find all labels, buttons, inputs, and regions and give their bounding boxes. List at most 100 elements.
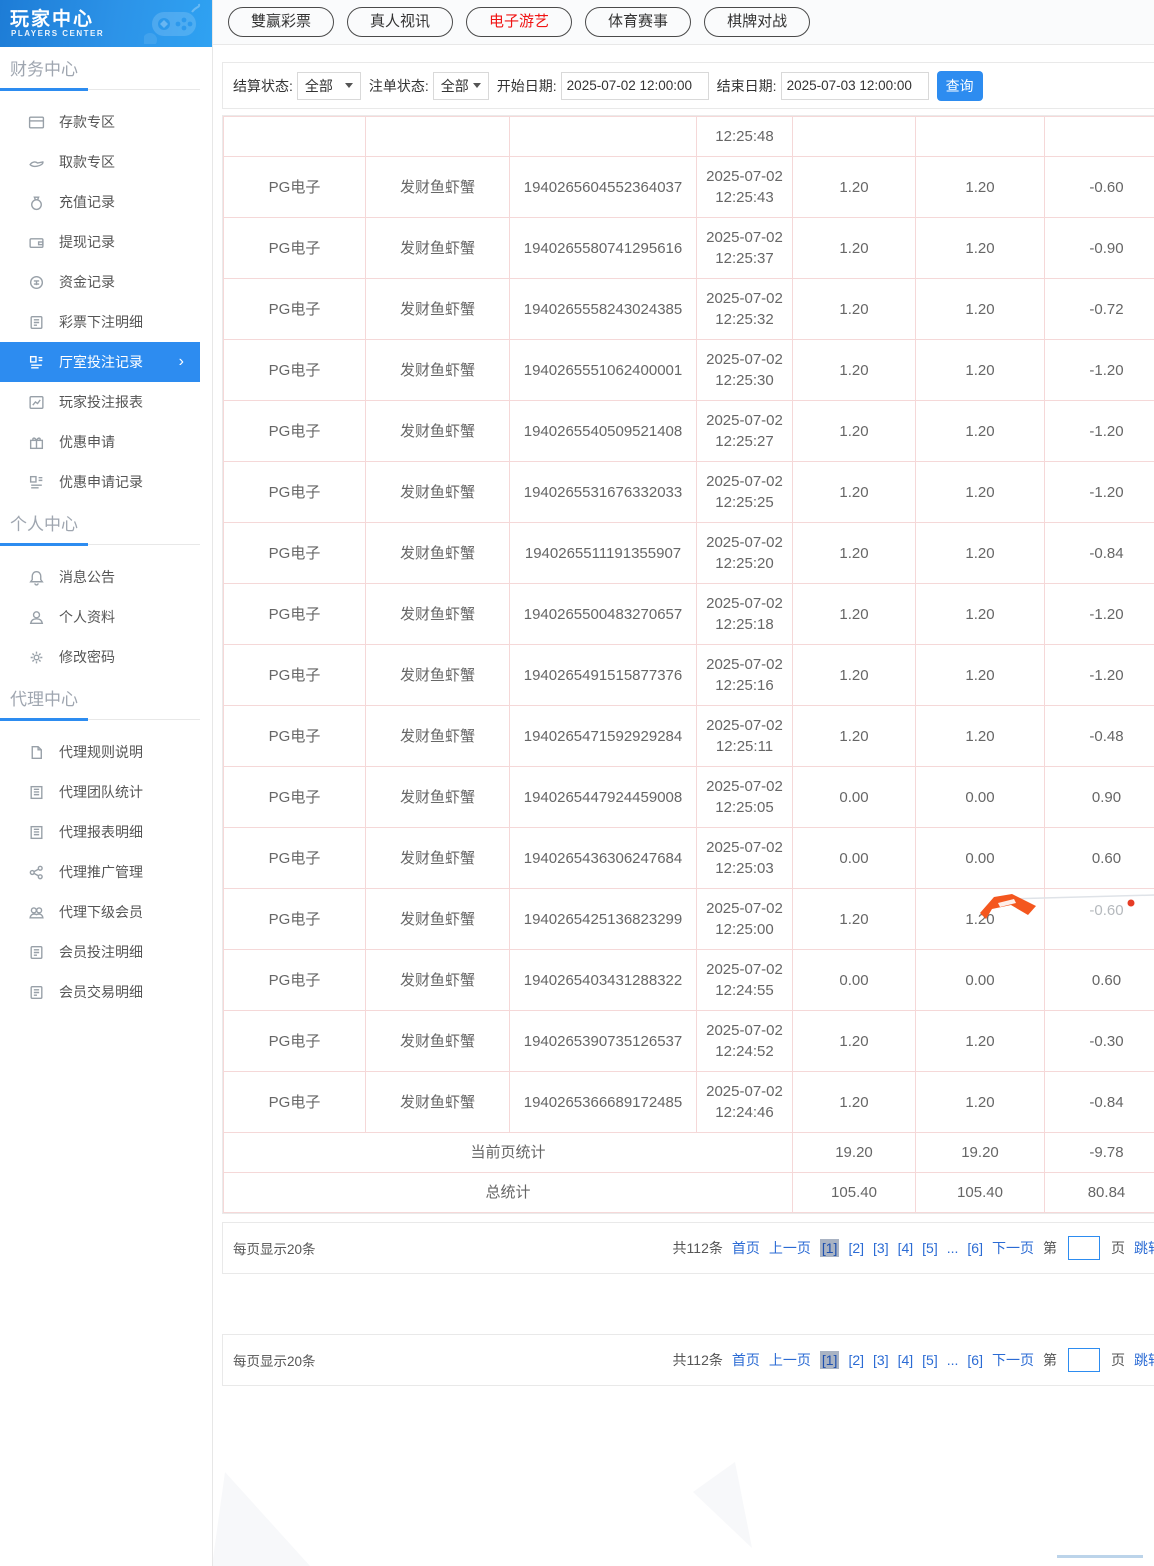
jump-prefix-text: 第	[1043, 1240, 1057, 1256]
jump-prefix-text: 第	[1043, 1352, 1057, 1368]
tab-lottery[interactable]: 雙赢彩票	[228, 7, 335, 37]
summary-label-cell: 当前页统计	[223, 1132, 793, 1173]
sidebar-item-2-3[interactable]: 代理推广管理	[0, 852, 212, 892]
bet-cell	[792, 116, 916, 157]
tab-electronic-games[interactable]: 电子游艺	[466, 7, 573, 37]
page-link-5[interactable]: [5]	[922, 1240, 938, 1256]
page-link-1[interactable]: [1]	[819, 1239, 840, 1257]
sidebar-item-0-9[interactable]: 优惠申请记录	[0, 462, 212, 502]
sidebar-item-label: 厅室投注记录	[59, 354, 143, 370]
prev-page-link[interactable]: 上一页	[769, 1350, 811, 1370]
table-row: PG电子 发财鱼虾蟹 1940265366689172485 2025-07-02 12…	[223, 1071, 1154, 1133]
sidebar-item-2-4[interactable]: 代理下级会员	[0, 892, 212, 932]
valid-bet-cell: 1.20	[915, 217, 1045, 279]
sidebar-item-label: 会员交易明细	[59, 984, 143, 1000]
jump-page-input[interactable]	[1068, 1348, 1100, 1372]
sidebar-item-0-2[interactable]: 充值记录	[0, 182, 212, 222]
time-cell: 2025-07-02 12:24:55	[696, 949, 793, 1011]
page-link-3[interactable]: [3]	[873, 1240, 889, 1256]
sidebar-item-0-3[interactable]: 提现记录	[0, 222, 212, 262]
sidebar-item-1-0[interactable]: 消息公告	[0, 557, 212, 597]
order-status-select[interactable]: 全部	[432, 71, 489, 100]
sidebar-item-0-1[interactable]: 取款专区	[0, 142, 212, 182]
next-page-link[interactable]: 下一页	[992, 1238, 1034, 1258]
sidebar-item-0-8[interactable]: 优惠申请	[0, 422, 212, 462]
jump-page-input[interactable]	[1068, 1236, 1100, 1260]
sidebar-item-2-6[interactable]: 会员交易明细	[0, 972, 212, 1012]
tab-sports[interactable]: 体育赛事	[585, 7, 692, 37]
sidebar-item-0-0[interactable]: 存款专区	[0, 102, 212, 142]
end-date-label: 结束日期:	[716, 77, 777, 94]
sidebar-item-2-5[interactable]: 会员投注明细	[0, 932, 212, 972]
summary-profit-cell: -9.78	[1044, 1132, 1154, 1173]
hand-icon	[28, 154, 45, 171]
jump-go-link[interactable]: 跳转	[1134, 1350, 1154, 1370]
time-cell: 2025-07-02 12:25:05	[696, 766, 793, 828]
sidebar-item-label: 取款专区	[59, 154, 115, 170]
sidebar-item-1-2[interactable]: 修改密码	[0, 637, 212, 677]
sidebar-item-0-7[interactable]: 玩家投注报表	[0, 382, 212, 422]
sidebar-item-0-5[interactable]: 彩票下注明细	[0, 302, 212, 342]
page-link-4[interactable]: [4]	[898, 1352, 914, 1368]
order-cell: 1940265604552364037	[509, 156, 697, 218]
tab-board-games[interactable]: 棋牌对战	[704, 7, 811, 37]
sidebar-item-label: 彩票下注明细	[59, 314, 143, 330]
game-cell: 发财鱼虾蟹	[365, 217, 510, 279]
sidebar-item-0-6[interactable]: 厅室投注记录 ›	[0, 342, 200, 382]
gift-icon	[28, 434, 45, 451]
page-link-2[interactable]: [2]	[848, 1240, 864, 1256]
profit-cell: -1.20	[1044, 461, 1154, 523]
page-link-7[interactable]: [6]	[967, 1352, 983, 1368]
game-cell: 发财鱼虾蟹	[365, 278, 510, 340]
start-date-input[interactable]	[560, 71, 709, 100]
card-icon	[28, 114, 45, 131]
page-link-5[interactable]: [5]	[922, 1352, 938, 1368]
first-page-link[interactable]: 首页	[732, 1238, 760, 1258]
sidebar-item-label: 代理报表明细	[59, 824, 143, 840]
provider-cell: PG电子	[223, 522, 366, 584]
order-cell: 1940265471592929284	[509, 705, 697, 767]
sidebar-item-2-0[interactable]: 代理规则说明	[0, 732, 212, 772]
bet-cell: 1.20	[792, 461, 916, 523]
page-link-1[interactable]: [1]	[819, 1351, 840, 1369]
settle-status-select[interactable]: 全部	[296, 71, 361, 100]
order-cell: 1940265436306247684	[509, 827, 697, 889]
page-link-7[interactable]: [6]	[967, 1240, 983, 1256]
sidebar-item-2-1[interactable]: 代理团队统计	[0, 772, 212, 812]
sidebar-item-0-4[interactable]: 资金记录	[0, 262, 212, 302]
time-cell: 2025-07-02 12:25:00	[696, 888, 793, 950]
table-row: PG电子 发财鱼虾蟹 1940265580741295616 2025-07-02 12…	[223, 217, 1154, 279]
page-link-4[interactable]: [4]	[898, 1240, 914, 1256]
coins-icon	[28, 274, 45, 291]
bet-cell: 1.20	[792, 888, 916, 950]
time-cell: 2025-07-02 12:25:32	[696, 278, 793, 340]
sidebar-item-1-1[interactable]: 个人资料	[0, 597, 212, 637]
tab-live-casino[interactable]: 真人视讯	[347, 7, 454, 37]
jump-suffix-text: 页	[1111, 1240, 1125, 1256]
end-date-input[interactable]	[780, 71, 929, 100]
valid-bet-cell: 1.20	[915, 156, 1045, 218]
chevron-down-icon	[344, 83, 353, 88]
summary-valid-bet-cell: 105.40	[915, 1172, 1045, 1213]
next-page-link[interactable]: 下一页	[992, 1350, 1034, 1370]
sidebar-item-label: 个人资料	[59, 609, 115, 625]
valid-bet-cell: 0.00	[915, 766, 1045, 828]
prev-page-link[interactable]: 上一页	[769, 1238, 811, 1258]
total-count-text: 共112条	[672, 1240, 723, 1256]
search-button[interactable]: 查询	[936, 70, 983, 101]
sidebar-item-2-2[interactable]: 代理报表明细	[0, 812, 212, 852]
page-link-2[interactable]: [2]	[848, 1352, 864, 1368]
doc-icon	[28, 314, 45, 331]
users-icon	[28, 904, 45, 921]
summary-bet-cell: 19.20	[792, 1132, 916, 1173]
provider-cell: PG电子	[223, 461, 366, 523]
first-page-link[interactable]: 首页	[732, 1350, 760, 1370]
time-cell: 2025-07-02 12:25:37	[696, 217, 793, 279]
jump-go-link[interactable]: 跳转	[1134, 1238, 1154, 1258]
order-cell: 1940265531676332033	[509, 461, 697, 523]
summary-valid-bet-cell: 19.20	[915, 1132, 1045, 1173]
profit-cell: -0.30	[1044, 1010, 1154, 1072]
game-cell	[365, 116, 510, 157]
game-cell: 发财鱼虾蟹	[365, 339, 510, 401]
page-link-3[interactable]: [3]	[873, 1352, 889, 1368]
